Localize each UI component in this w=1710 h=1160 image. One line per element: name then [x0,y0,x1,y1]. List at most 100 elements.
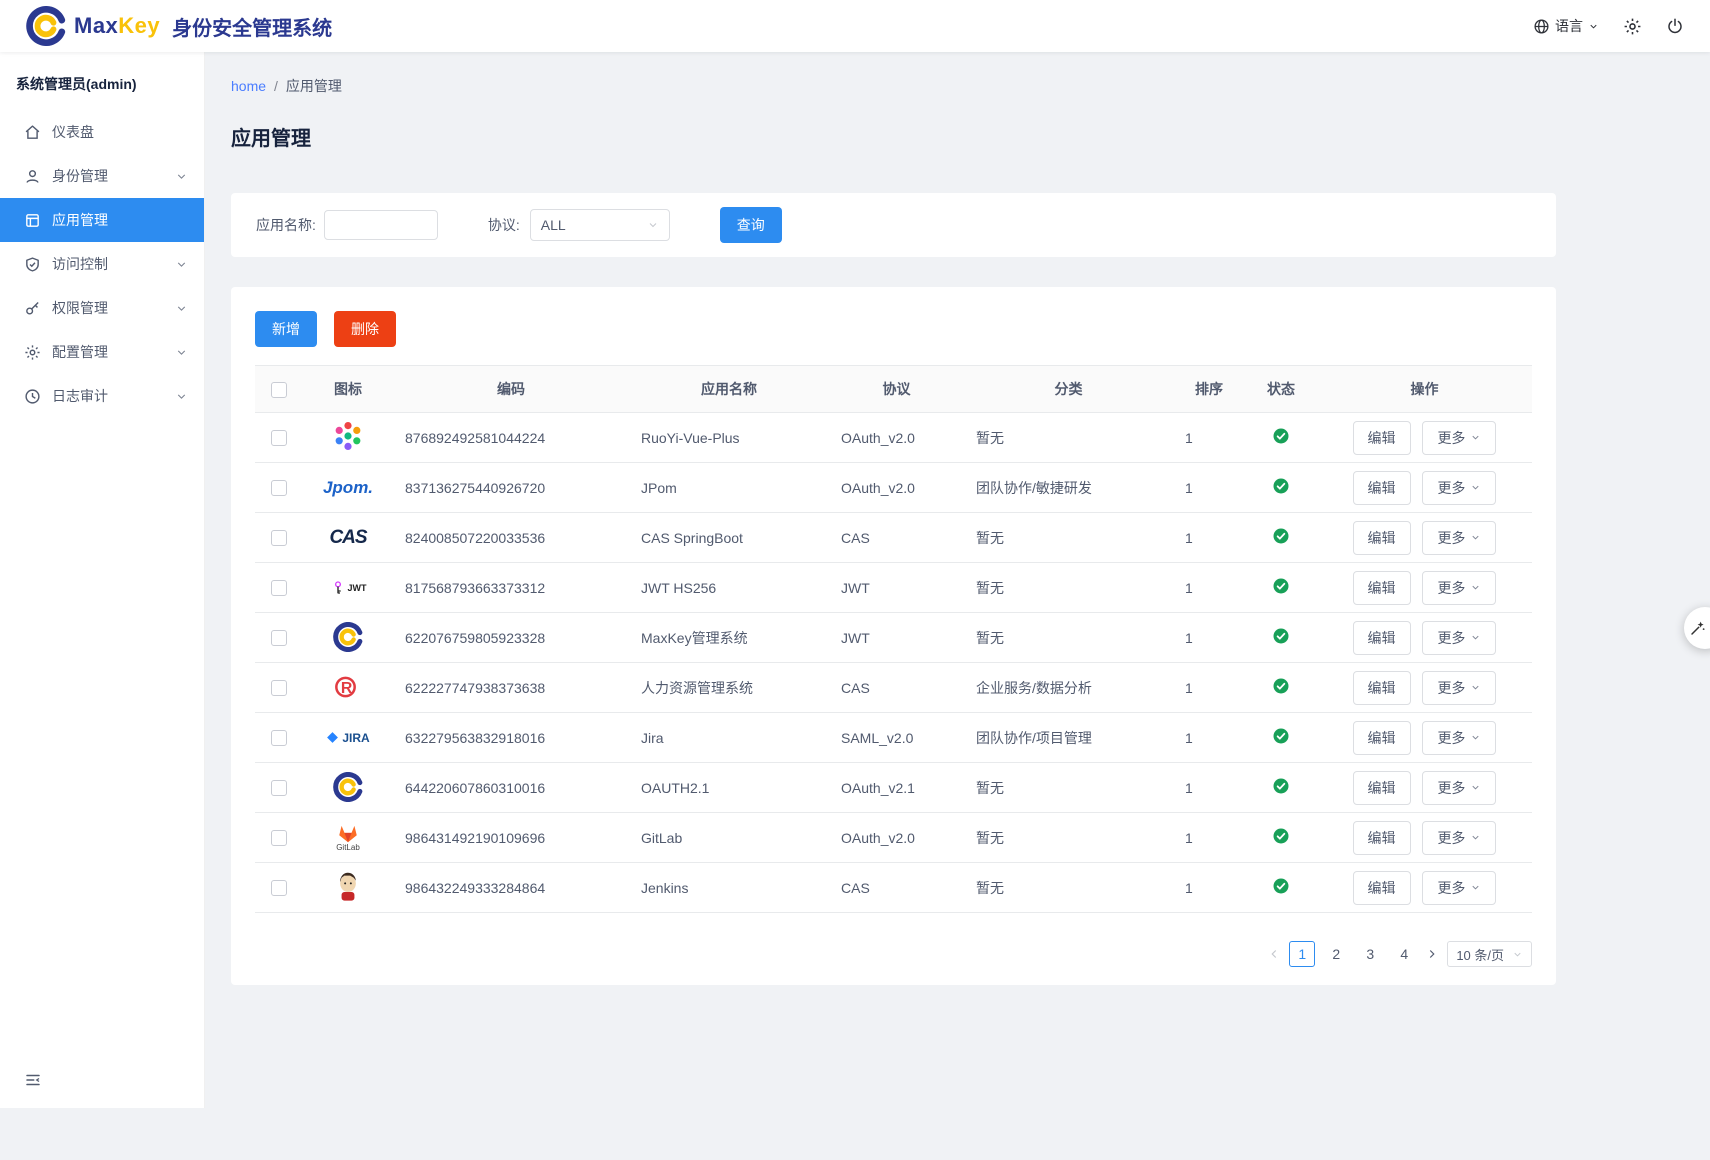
app-category: 团队协作/敏捷研发 [964,463,1173,513]
language-selector[interactable]: 语言 [1533,16,1599,36]
protocol-select[interactable]: ALL [530,209,670,241]
table-toolbar: 新增 删除 [255,311,1532,347]
more-button[interactable]: 更多 [1422,521,1496,555]
search-button[interactable]: 查询 [720,207,782,243]
edit-button[interactable]: 编辑 [1353,571,1411,605]
app-protocol: OAuth_v2.0 [829,413,964,463]
jpom-logo-icon: Jpom. [323,472,373,504]
column-header-status: 状态 [1245,366,1317,413]
sidebar-item-access[interactable]: 访问控制 [0,242,204,286]
sidebar-item-apps[interactable]: 应用管理 [0,198,204,242]
app-category: 企业服务/数据分析 [964,663,1173,713]
column-header-action: 操作 [1317,366,1532,413]
row-checkbox[interactable] [271,680,287,696]
app-name: GitLab [629,813,829,863]
app-category: 暂无 [964,413,1173,463]
chevron-down-icon [1470,682,1481,693]
row-checkbox[interactable] [271,880,287,896]
more-button[interactable]: 更多 [1422,621,1496,655]
page-button-3[interactable]: 3 [1357,941,1383,967]
protocol-select-value: ALL [541,217,566,233]
column-header-icon: 图标 [303,366,393,413]
edit-button[interactable]: 编辑 [1353,721,1411,755]
hr-logo-icon: R [333,671,363,703]
row-checkbox[interactable] [271,480,287,496]
edit-button[interactable]: 编辑 [1353,521,1411,555]
header: MaxKey 身份安全管理系统 语言 [0,0,1710,52]
edit-button[interactable]: 编辑 [1353,671,1411,705]
more-button[interactable]: 更多 [1422,421,1496,455]
gitlab-logo-icon: GitLab [336,822,360,854]
edit-button[interactable]: 编辑 [1353,771,1411,805]
sidebar-item-identity[interactable]: 身份管理 [0,154,204,198]
logout-power-icon[interactable] [1666,17,1684,35]
sidebar-item-dashboard[interactable]: 仪表盘 [0,110,204,154]
chevron-down-icon [175,258,188,271]
more-button[interactable]: 更多 [1422,571,1496,605]
protocol-label: 协议: [488,215,520,235]
status-active-icon [1272,627,1290,645]
permission-icon [24,300,41,317]
row-checkbox[interactable] [271,830,287,846]
page-size-value: 10 条/页 [1456,945,1504,964]
row-checkbox[interactable] [271,730,287,746]
app-code: 817568793663373312 [393,563,629,613]
page-button-1[interactable]: 1 [1289,941,1315,967]
edit-button[interactable]: 编辑 [1353,421,1411,455]
maxkey-logo-icon [26,6,66,46]
brand-suffix: 身份安全管理系统 [172,12,332,41]
more-button[interactable]: 更多 [1422,721,1496,755]
select-all-checkbox[interactable] [271,382,287,398]
app-code: 622227747938373638 [393,663,629,713]
delete-button[interactable]: 删除 [334,311,396,347]
settings-gear-icon[interactable] [1623,17,1642,36]
more-button[interactable]: 更多 [1422,771,1496,805]
sidebar-item-label: 身份管理 [52,166,175,186]
app-name: OAUTH2.1 [629,763,829,813]
row-checkbox[interactable] [271,530,287,546]
sidebar-item-audit[interactable]: 日志审计 [0,374,204,418]
breadcrumb-home-link[interactable]: home [231,78,266,94]
chevron-down-icon [175,170,188,183]
page-button-4[interactable]: 4 [1391,941,1417,967]
edit-button[interactable]: 编辑 [1353,821,1411,855]
app-sort: 1 [1173,563,1245,613]
app-code: 837136275440926720 [393,463,629,513]
collapse-sidebar-icon[interactable] [24,1071,42,1094]
table-header-row: 图标 编码 应用名称 协议 分类 排序 状态 操作 [255,366,1532,413]
row-checkbox[interactable] [271,430,287,446]
chevron-down-icon [175,346,188,359]
app-code: 824008507220033536 [393,513,629,563]
pagination: 1234 10 条/页 [255,941,1532,967]
more-button[interactable]: 更多 [1422,821,1496,855]
chevron-down-icon [1470,532,1481,543]
brand: MaxKey 身份安全管理系统 [26,6,332,46]
more-button[interactable]: 更多 [1422,871,1496,905]
more-button[interactable]: 更多 [1422,671,1496,705]
row-checkbox[interactable] [271,780,287,796]
table-row: Jpom. 837136275440926720 JPom OAuth_v2.0… [255,463,1532,513]
row-checkbox[interactable] [271,580,287,596]
edit-button[interactable]: 编辑 [1353,621,1411,655]
jwt-logo-icon: JWT [330,572,367,604]
prev-page-button[interactable] [1267,947,1281,961]
add-button[interactable]: 新增 [255,311,317,347]
current-user-label: 系统管理员(admin) [0,52,204,110]
more-button[interactable]: 更多 [1422,471,1496,505]
app-name: JPom [629,463,829,513]
app-name-input[interactable] [324,210,438,240]
column-header-protocol: 协议 [829,366,964,413]
sidebar-nav: 仪表盘 身份管理 应用管理 访问控制 权限管理 配置管理 [0,110,204,418]
app-name: Jenkins [629,863,829,913]
row-checkbox[interactable] [271,630,287,646]
next-page-button[interactable] [1425,947,1439,961]
status-active-icon [1272,777,1290,795]
table-row: JIRA 632279563832918016 Jira SAML_v2.0 团… [255,713,1532,763]
edit-button[interactable]: 编辑 [1353,871,1411,905]
sidebar-item-config[interactable]: 配置管理 [0,330,204,374]
page-size-select[interactable]: 10 条/页 [1447,941,1532,967]
page-button-2[interactable]: 2 [1323,941,1349,967]
edit-button[interactable]: 编辑 [1353,471,1411,505]
table-row: CAS 824008507220033536 CAS SpringBoot CA… [255,513,1532,563]
sidebar-item-permission[interactable]: 权限管理 [0,286,204,330]
